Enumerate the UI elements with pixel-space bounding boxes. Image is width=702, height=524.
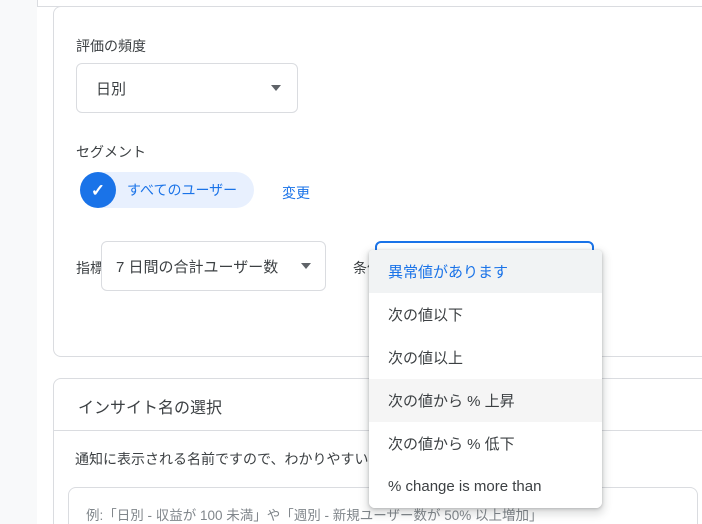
- frequency-select[interactable]: 日別: [76, 63, 298, 113]
- condition-option-3[interactable]: 次の値以上: [369, 336, 602, 379]
- segment-label: セグメント: [76, 143, 146, 161]
- caret-down-icon: [271, 85, 281, 91]
- segment-change-link[interactable]: 変更: [282, 183, 310, 203]
- condition-dropdown-menu: 異常値があります次の値以下次の値以上次の値から % 上昇次の値から % 低下% …: [369, 250, 602, 508]
- frequency-value: 日別: [96, 78, 126, 99]
- insight-settings-page: 評価の頻度 日別 セグメント ✓ すべてのユーザー 変更 指標 7 日間の合計ユ…: [0, 0, 702, 524]
- segment-chip[interactable]: ✓ すべてのユーザー: [80, 172, 254, 208]
- metric-select[interactable]: 7 日間の合計ユーザー数: [101, 241, 326, 291]
- condition-option-6[interactable]: % change is more than: [369, 465, 602, 508]
- page-left-gutter: [0, 0, 37, 524]
- segment-chip-label: すべてのユーザー: [127, 180, 237, 200]
- metric-label: 指標: [76, 259, 104, 277]
- frequency-label: 評価の頻度: [76, 37, 146, 55]
- caret-down-icon: [301, 263, 311, 269]
- checkmark-icon: ✓: [80, 172, 116, 208]
- condition-option-4[interactable]: 次の値から % 上昇: [369, 379, 602, 422]
- metric-value: 7 日間の合計ユーザー数: [116, 256, 278, 277]
- condition-option-2[interactable]: 次の値以下: [369, 293, 602, 336]
- insight-name-title: インサイト名の選択: [78, 394, 222, 418]
- condition-option-5[interactable]: 次の値から % 低下: [369, 422, 602, 465]
- condition-option-1[interactable]: 異常値があります: [369, 250, 602, 293]
- insight-name-description: 通知に表示される名前ですので、わかりやすい: [75, 449, 368, 469]
